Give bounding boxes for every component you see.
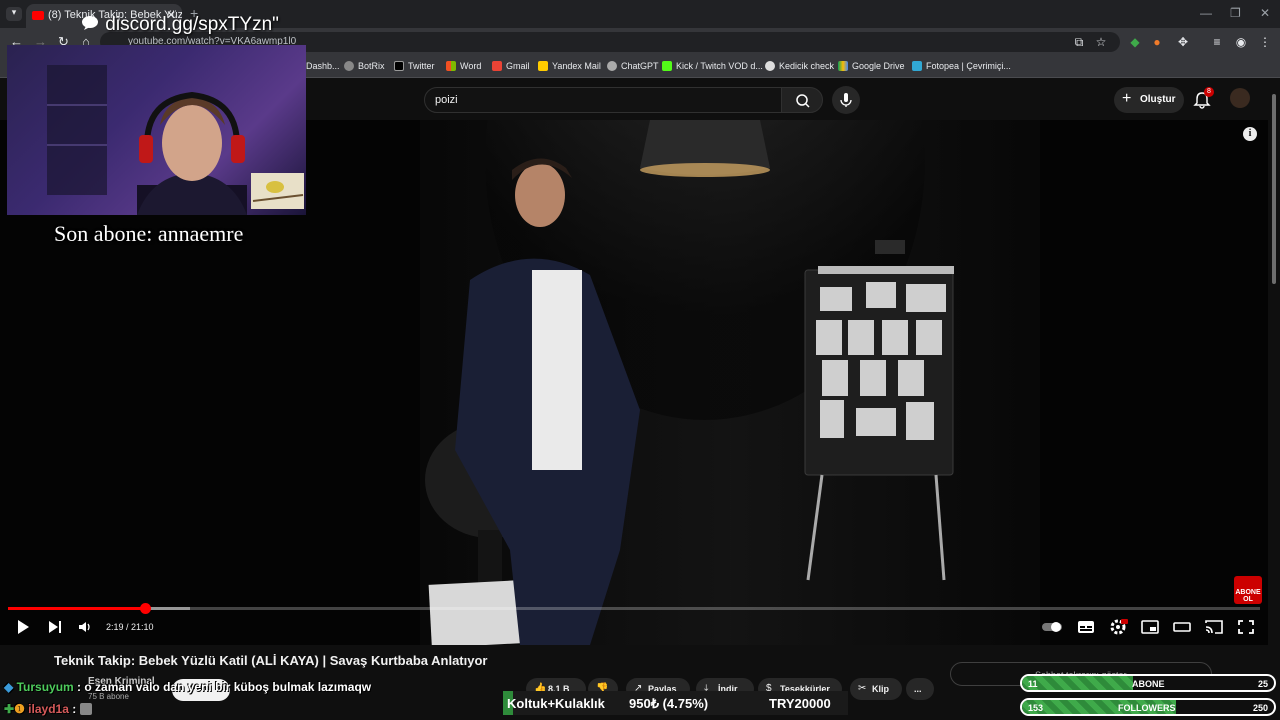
discord-chat-icon: [82, 16, 98, 30]
play-icon[interactable]: [14, 618, 32, 636]
goal-label: ABONE: [1132, 679, 1165, 689]
chat-badge-icon: ◆: [4, 680, 14, 694]
microsoft-icon: [446, 61, 456, 71]
donation-amount: 950₺ (4.75%): [629, 696, 709, 711]
bookmark-word[interactable]: Word: [446, 61, 481, 71]
plus-badge-icon: ✚: [4, 702, 15, 716]
miniplayer-icon[interactable]: [1140, 618, 1160, 636]
cast-icon[interactable]: [1204, 618, 1224, 636]
extensions-puzzle-icon[interactable]: ✥: [1176, 35, 1190, 49]
extension-orange-icon[interactable]: ●: [1150, 35, 1164, 49]
search-icon: [796, 94, 810, 108]
subtitles-icon[interactable]: [1076, 618, 1096, 636]
progress-bar[interactable]: [8, 603, 1260, 614]
time-display: 2:19 / 21:10: [106, 622, 154, 632]
abone-ol-watermark[interactable]: ABONE OL: [1234, 576, 1262, 604]
google-drive-icon: [838, 61, 848, 71]
bookmark-dashb[interactable]: Dashb...: [306, 61, 340, 71]
donation-item: Koltuk+Kulaklık: [507, 696, 605, 711]
create-button[interactable]: + Oluştur: [1114, 87, 1184, 113]
donation-target: TRY20000: [769, 696, 831, 711]
info-icon[interactable]: i: [1243, 127, 1257, 141]
chat-text: : o zaman valo dan yeni bir küboş bulmak…: [77, 680, 372, 694]
notification-count-badge: 8: [1204, 87, 1214, 97]
kick-icon: [662, 61, 672, 71]
volume-icon[interactable]: [76, 618, 94, 636]
youtube-favicon-icon: [32, 11, 44, 20]
microphone-icon: [840, 93, 852, 107]
fullscreen-icon[interactable]: [1236, 618, 1256, 636]
reading-list-icon[interactable]: ≡: [1210, 35, 1224, 49]
coin-badge-icon: ❶: [14, 702, 25, 716]
bookmark-botrix[interactable]: BotRix: [344, 61, 385, 71]
maximize-icon[interactable]: ❐: [1230, 6, 1241, 20]
more-actions-button[interactable]: ...: [906, 678, 934, 700]
streamer-webcam: [7, 45, 306, 215]
video-title: Teknik Takip: Bebek Yüzlü Katil (ALİ KAY…: [54, 653, 488, 668]
account-avatar[interactable]: [1230, 88, 1250, 108]
subscriber-goal-bar: 11 ABONE 25: [1020, 674, 1276, 692]
globe-icon: [765, 61, 775, 71]
page-scrollbar[interactable]: [1270, 82, 1278, 284]
webcam-image: [47, 65, 304, 215]
scissors-icon: ✂: [858, 683, 867, 694]
photopea-icon: [912, 61, 922, 71]
goal-label: FOLLOWERS: [1118, 703, 1176, 713]
goal-fill: [1022, 676, 1133, 690]
theater-mode-icon[interactable]: [1172, 618, 1192, 636]
emote-icon: [79, 703, 92, 715]
bookmark-kick-twitch[interactable]: Kick / Twitch VOD d...: [662, 61, 763, 71]
x-logo-icon: [394, 61, 404, 71]
gmail-icon: [492, 61, 502, 71]
goal-target: 250: [1252, 703, 1268, 713]
goal-current: 11: [1028, 679, 1038, 689]
plus-icon: +: [1122, 90, 1132, 107]
install-app-icon[interactable]: ⧉: [1072, 35, 1086, 49]
tab-search-button[interactable]: ▾: [6, 7, 22, 21]
search-input[interactable]: poizi: [424, 87, 782, 113]
profile-icon[interactable]: ◉: [1234, 35, 1248, 49]
chat-text: :: [72, 702, 77, 716]
close-window-icon[interactable]: ✕: [1260, 6, 1270, 20]
bookmark-chatgpt[interactable]: ChatGPT: [607, 61, 659, 71]
bookmark-twitter[interactable]: Twitter: [394, 61, 435, 71]
settings-gear-icon[interactable]: [1108, 618, 1128, 636]
bookmark-yandex-mail[interactable]: Yandex Mail: [538, 61, 601, 71]
donation-goal-banner: Koltuk+Kulaklık 950₺ (4.75%) TRY20000: [503, 691, 848, 715]
chrome-menu-icon[interactable]: ⋮: [1258, 35, 1272, 49]
voice-search-button[interactable]: [832, 86, 860, 114]
botrix-icon: [344, 61, 354, 71]
chatgpt-icon: [607, 61, 617, 71]
bookmark-star-icon[interactable]: ☆: [1094, 35, 1108, 49]
chat-username: Tursuyum: [16, 680, 74, 694]
played-bar: [8, 607, 146, 610]
last-subscriber: Son abone: annaemre: [54, 221, 244, 246]
extension-shield-icon[interactable]: ◆: [1128, 35, 1142, 49]
search-button[interactable]: [781, 87, 823, 113]
chat-message-2: ✚❶ ilayd1a :: [4, 702, 92, 716]
followers-goal-bar: 153 FOLLOWERS 250: [1020, 698, 1276, 716]
chat-username: ilayd1a: [28, 702, 69, 716]
next-icon[interactable]: [46, 618, 64, 636]
yandex-mail-icon: [538, 61, 548, 71]
discord-link: discord.gg/spxTYzn": [80, 14, 279, 36]
bookmark-gmail[interactable]: Gmail: [492, 61, 530, 71]
goal-target: 25: [1257, 679, 1268, 689]
bookmark-kedicik[interactable]: Kedicik check: [765, 61, 834, 71]
clip-button[interactable]: ✂ Klip: [850, 678, 902, 700]
chat-message-1: ◆ Tursuyum : o zaman valo dan yeni bir k…: [4, 680, 371, 694]
bookmark-google-drive[interactable]: Google Drive: [838, 61, 905, 71]
bookmark-fotopea[interactable]: Fotopea | Çevrimiçi...: [912, 61, 1011, 71]
autoplay-toggle-icon[interactable]: [1040, 618, 1064, 636]
minimize-icon[interactable]: —: [1200, 6, 1212, 20]
goal-current: 153: [1028, 703, 1044, 713]
scrollbar-thumb[interactable]: [1272, 94, 1276, 284]
